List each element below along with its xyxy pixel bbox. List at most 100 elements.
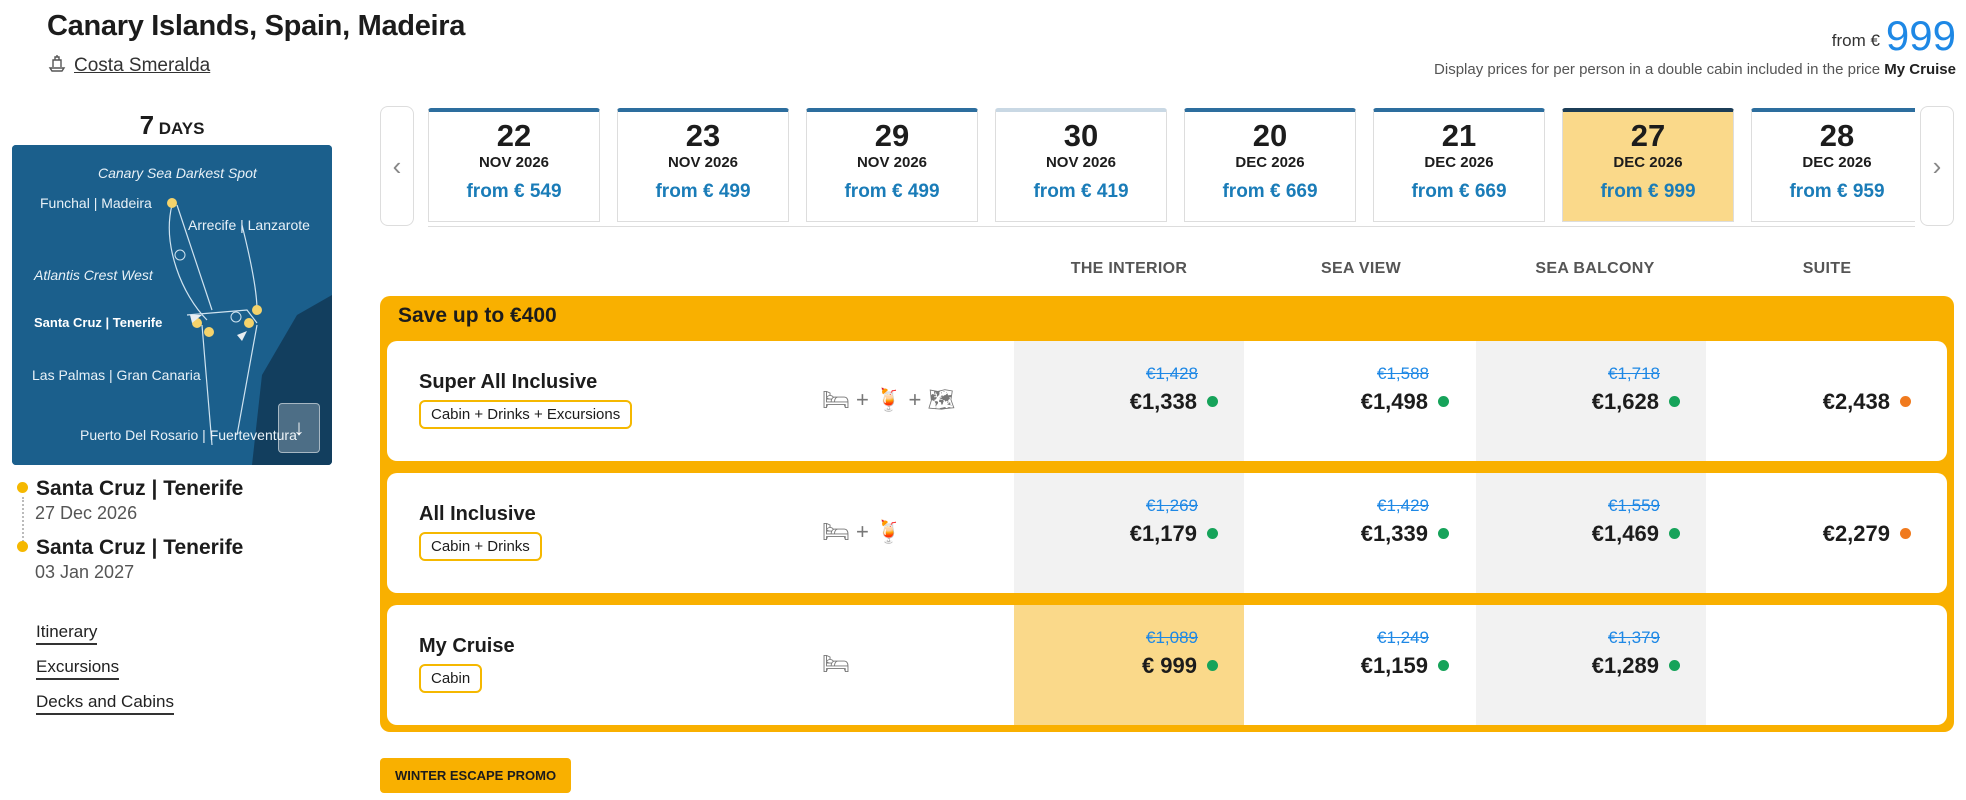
price-cell[interactable]: €2,279 [1707,473,1937,593]
availability-dot [1669,660,1680,671]
availability-dot [1207,396,1218,407]
package-name: My Cruise [419,635,515,657]
price-cell[interactable]: €1,718 €1,628 [1476,341,1706,461]
map-icon: 🗺 [927,387,956,412]
col-interior: THE INTERIOR [1070,260,1188,277]
days-label: DAYS [158,119,205,138]
availability-dot [1438,396,1449,407]
date-month: DEC 2026 [1802,154,1872,171]
price-cell[interactable]: €1,429 €1,339 [1245,473,1475,593]
new-price: €2,279 [1823,521,1911,547]
ship-name[interactable]: Costa Smeralda [74,55,210,77]
departure-port: Santa Cruz | Tenerife [17,477,243,501]
date-option[interactable]: 22 NOV 2026 from € 549 [428,108,600,222]
price-cell[interactable]: €1,559 €1,469 [1476,473,1706,593]
new-price-value: €1,498 [1360,389,1428,414]
new-price-value: €1,179 [1129,521,1197,546]
ship-link[interactable]: Costa Smeralda [48,54,210,78]
date-price: from € 549 [466,181,562,202]
new-price: €1,498 [1361,389,1449,415]
price-cell[interactable]: €1,269 €1,179 [1014,473,1244,593]
price-cell[interactable]: €1,249 €1,159 [1245,605,1475,725]
chevron-right-icon: › [1932,150,1942,181]
date-month: NOV 2026 [478,154,550,171]
price-cell[interactable]: €1,588 €1,498 [1245,341,1475,461]
old-price: €1,269 [1146,496,1198,515]
date-option[interactable]: 20 DEC 2026 from € 669 [1184,108,1356,222]
new-price-value: € 999 [1141,653,1197,678]
promo-block: Save up to €400 Super All Inclusive Cabi… [380,296,1954,732]
date-month: DEC 2026 [1235,154,1305,171]
old-price: €1,588 [1377,364,1429,383]
prev-dates-button[interactable]: ‹ [380,106,414,226]
chevron-left-icon: ‹ [392,150,402,181]
map-label-santa-cruz: Santa Cruz | Tenerife [34,315,163,330]
new-price: €1,628 [1592,389,1680,415]
old-price: €1,559 [1608,496,1660,515]
date-day: 29 [874,118,910,153]
drinks-icon: 🍹 [875,387,903,412]
new-price: €1,469 [1592,521,1680,547]
package-icons: 🛏 [822,651,850,677]
link-excursions[interactable]: Excursions [36,657,120,680]
price-cell[interactable]: €1,379 €1,289 [1476,605,1706,725]
package-row: Super All Inclusive Cabin + Drinks + Exc… [387,341,1947,461]
new-price: €1,289 [1592,653,1680,679]
date-day: 20 [1252,118,1288,153]
link-itinerary[interactable]: Itinerary [36,622,98,645]
price-cell[interactable]: €1,428 €1,338 [1014,341,1244,461]
date-day: 21 [1441,118,1477,153]
winter-promo-badge[interactable]: WINTER ESCAPE PROMO [380,758,572,793]
date-day: 28 [1819,118,1855,153]
date-option[interactable]: 29 NOV 2026 from € 499 [806,108,978,222]
date-month: NOV 2026 [856,154,928,171]
availability-dot [1438,528,1449,539]
date-month: DEC 2026 [1424,154,1494,171]
download-map-button[interactable]: ↓ [278,403,320,453]
date-month: DEC 2026 [1613,154,1683,171]
date-option-selected[interactable]: 27 DEC 2026 from € 999 [1562,108,1734,222]
map-label-las-palmas: Las Palmas | Gran Canaria [32,367,201,383]
new-price-value: €2,279 [1822,521,1890,546]
page-title: Canary Islands, Spain, Madeira [47,10,466,42]
duration: 7 DAYS [12,110,332,141]
display-note: Display prices for per person in a doubl… [1434,61,1956,78]
link-decks-cabins[interactable]: Decks and Cabins [36,692,174,715]
old-price: €1,379 [1608,628,1660,647]
new-price: € 999 [1142,653,1218,679]
date-option[interactable]: 23 NOV 2026 from € 499 [617,108,789,222]
date-option[interactable]: 21 DEC 2026 from € 669 [1373,108,1545,222]
date-option[interactable]: 30 NOV 2026 from € 419 [995,108,1167,222]
new-price: €1,159 [1361,653,1449,679]
price-cell[interactable]: €2,438 [1707,341,1937,461]
availability-dot [1900,528,1911,539]
itinerary-map[interactable]: Canary Sea Darkest Spot Funchal | Madeir… [12,145,332,465]
date-day: 30 [1063,118,1099,153]
price-cell-empty [1707,605,1937,725]
date-month: NOV 2026 [667,154,739,171]
new-price: €1,179 [1130,521,1218,547]
date-month: NOV 2026 [1045,154,1117,171]
package-tag: Cabin + Drinks [419,532,542,561]
old-price: €1,249 [1377,628,1429,647]
package-tag: Cabin [419,664,483,693]
map-label-sea-spot: Canary Sea Darkest Spot [98,165,257,181]
departure-dot [17,482,28,493]
map-label-puerto: Puerto Del Rosario | Fuerteventura [80,427,297,443]
availability-dot [1900,396,1911,407]
bed-icon: 🛏 [822,651,850,676]
availability-dot [1207,660,1218,671]
date-price: from € 999 [1600,181,1696,202]
bed-icon: 🛏 [822,519,850,544]
date-day: 22 [496,118,532,153]
price-cell-selected[interactable]: €1,089 € 999 [1014,605,1244,725]
new-price-value: €2,438 [1822,389,1890,414]
date-option[interactable]: 28 DEC 2026 from € 959 [1751,108,1915,222]
package-name: All Inclusive [419,503,536,525]
date-carousel: 22 NOV 2026 from € 549 23 NOV 2026 from € 49… [428,108,1915,227]
new-price: €1,338 [1130,389,1218,415]
next-dates-button[interactable]: › [1920,106,1954,226]
arrival-port: Santa Cruz | Tenerife [17,536,243,560]
from-label: from € [1831,31,1880,50]
display-note-bold: My Cruise [1884,61,1956,78]
